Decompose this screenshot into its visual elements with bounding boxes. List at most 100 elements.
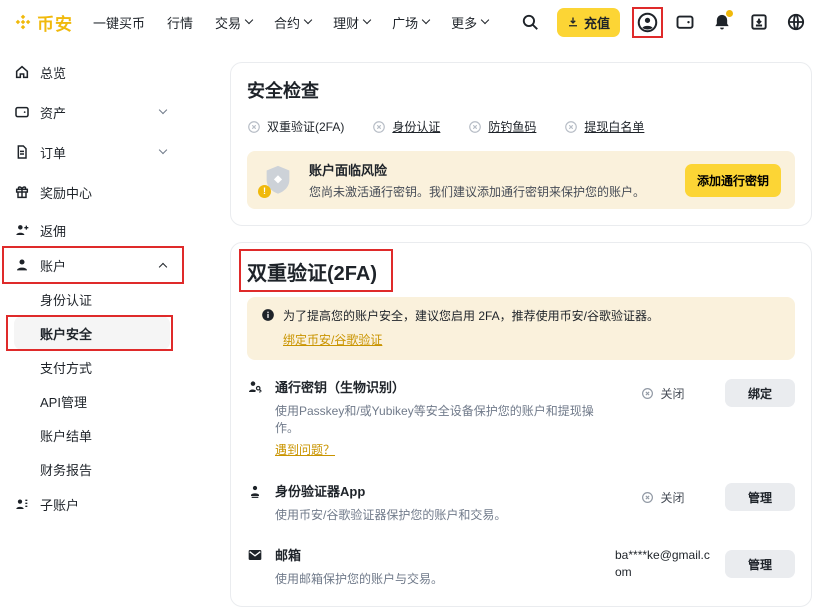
orders-file-icon bbox=[14, 144, 30, 160]
circle-x-icon bbox=[641, 387, 654, 400]
exclamation-badge: ! bbox=[258, 185, 271, 198]
checklist-link[interactable]: 提现白名单 bbox=[584, 118, 644, 135]
nav-item-futures[interactable]: 合约 bbox=[274, 13, 311, 32]
row-description: 使用Passkey和/或Yubikey等安全设备保护您的账户和提现操作。 bbox=[275, 402, 615, 436]
sidebar-item-account-statements[interactable]: 账户结单 bbox=[14, 418, 170, 452]
sidebar-item-identity-verification[interactable]: 身份认证 bbox=[14, 282, 170, 316]
circle-x-icon bbox=[641, 491, 654, 504]
passkey-biometrics-icon bbox=[247, 379, 263, 395]
download-icon bbox=[567, 16, 579, 28]
sidebar-item-rewards-hub[interactable]: 奖励中心 bbox=[14, 172, 170, 212]
checklist-link[interactable]: 身份认证 bbox=[392, 118, 440, 135]
warning-description: 您尚未激活通行密钥。我们建议添加通行密钥来保护您的账户。 bbox=[309, 183, 645, 200]
row-right: 关闭 绑定 bbox=[615, 379, 795, 407]
nav-menu: 一键买币 行情 交易 合约 理财 广场 更多 bbox=[93, 13, 488, 32]
manage-authenticator-button[interactable]: 管理 bbox=[725, 483, 795, 511]
manage-email-button[interactable]: 管理 bbox=[725, 550, 795, 578]
circle-x-icon bbox=[372, 120, 386, 134]
binance-logo[interactable]: 币安 bbox=[14, 10, 73, 35]
sidebar-label: 返佣 bbox=[40, 221, 66, 240]
logo-text: 币安 bbox=[37, 10, 73, 35]
row-email: 邮箱 使用邮箱保护您的账户与交易。 ba****ke@gmail.com 管理 bbox=[247, 532, 795, 596]
row-right: 关闭 管理 bbox=[615, 483, 795, 511]
trouble-link[interactable]: 遇到问题？ bbox=[275, 441, 335, 458]
checklist-link[interactable]: 防钓鱼码 bbox=[488, 118, 536, 135]
deposit-label: 充值 bbox=[584, 13, 610, 32]
twofa-card: 双重验证(2FA) 为了提高您的账户安全，建议您启用 2FA，推荐使用币安/谷歌… bbox=[230, 242, 812, 607]
sidebar-label: 订单 bbox=[40, 143, 66, 162]
bind-authenticator-link[interactable]: 绑定币安/谷歌验证 bbox=[283, 331, 382, 348]
twofa-info-text-block: 为了提高您的账户安全，建议您启用 2FA，推荐使用币安/谷歌验证器。 绑定币安/… bbox=[283, 307, 659, 348]
status-off: 关闭 bbox=[615, 385, 711, 402]
sidebar-label: 账户安全 bbox=[40, 324, 92, 343]
gift-icon bbox=[14, 184, 30, 200]
globe-language-icon[interactable] bbox=[786, 12, 806, 32]
top-navbar: 币安 一键买币 行情 交易 合约 理财 广场 更多 充值 bbox=[0, 0, 816, 44]
checklist-item-identity[interactable]: 身份认证 bbox=[372, 118, 440, 135]
shield-warning-icon: ! bbox=[261, 163, 297, 197]
masked-email-value: ba****ke@gmail.com bbox=[615, 547, 711, 582]
sidebar-label: API管理 bbox=[40, 392, 87, 411]
notification-dot bbox=[726, 10, 733, 17]
circle-x-icon bbox=[247, 120, 261, 134]
sidebar-item-assets[interactable]: 资产 bbox=[14, 92, 170, 132]
sidebar-label: 支付方式 bbox=[40, 358, 92, 377]
sidebar-label: 总览 bbox=[40, 63, 66, 82]
nav-item-earn[interactable]: 理财 bbox=[333, 13, 370, 32]
risk-warning-banner: ! 账户面临风险 您尚未激活通行密钥。我们建议添加通行密钥来保护您的账户。 添加… bbox=[247, 151, 795, 209]
row-title: 身份验证器App bbox=[275, 481, 506, 500]
row-description: 使用邮箱保护您的账户与交易。 bbox=[275, 570, 443, 587]
twofa-info-banner: 为了提高您的账户安全，建议您启用 2FA，推荐使用币安/谷歌验证器。 绑定币安/… bbox=[247, 297, 795, 360]
user-icon bbox=[14, 257, 30, 273]
row-text: 邮箱 使用邮箱保护您的账户与交易。 bbox=[275, 545, 443, 587]
sidebar-item-orders[interactable]: 订单 bbox=[14, 132, 170, 172]
email-icon bbox=[247, 547, 263, 563]
search-icon[interactable] bbox=[521, 13, 540, 32]
sidebar-label: 账户 bbox=[40, 256, 66, 275]
chevron-down-icon bbox=[481, 16, 489, 24]
wallet-icon bbox=[14, 104, 30, 120]
nav-item-buy-crypto[interactable]: 一键买币 bbox=[93, 13, 145, 32]
warning-title: 账户面临风险 bbox=[309, 160, 645, 179]
sidebar-item-sub-accounts[interactable]: 子账户 bbox=[14, 486, 170, 522]
download-app-icon[interactable] bbox=[749, 12, 769, 32]
add-passkey-button[interactable]: 添加通行密钥 bbox=[685, 164, 781, 197]
wallet-icon[interactable] bbox=[675, 12, 695, 32]
sidebar-label: 子账户 bbox=[40, 495, 79, 514]
nav-item-more[interactable]: 更多 bbox=[451, 13, 488, 32]
sidebar-item-financial-reports[interactable]: 财务报告 bbox=[14, 452, 170, 486]
checklist-item-antiphishing[interactable]: 防钓鱼码 bbox=[468, 118, 536, 135]
chevron-down-icon bbox=[159, 146, 167, 154]
row-text: 身份验证器App 使用币安/谷歌验证器保护您的账户和交易。 bbox=[275, 481, 506, 523]
profile-icon[interactable] bbox=[637, 12, 658, 33]
sidebar-item-overview[interactable]: 总览 bbox=[14, 52, 170, 92]
main-content: 安全检查 双重验证(2FA) 身份认证 防钓鱼码 提现白名单 ! bbox=[230, 44, 812, 607]
nav-label: 广场 bbox=[392, 13, 418, 32]
row-authenticator-app: 身份验证器App 使用币安/谷歌验证器保护您的账户和交易。 关闭 管理 bbox=[247, 468, 795, 532]
sidebar-item-account-security[interactable]: 账户安全 bbox=[14, 316, 170, 350]
status-label: 关闭 bbox=[660, 385, 684, 402]
nav-label: 合约 bbox=[274, 13, 300, 32]
status-label: 关闭 bbox=[660, 489, 684, 506]
authenticator-app-icon bbox=[247, 483, 263, 499]
deposit-button[interactable]: 充值 bbox=[557, 8, 620, 37]
sidebar-item-account[interactable]: 账户 bbox=[14, 248, 170, 282]
sidebar-item-payment-methods[interactable]: 支付方式 bbox=[14, 350, 170, 384]
row-text: 通行密钥（生物识别） 使用Passkey和/或Yubikey等安全设备保护您的账… bbox=[275, 377, 615, 459]
nav-item-markets[interactable]: 行情 bbox=[167, 13, 193, 32]
sidebar-item-referral[interactable]: 返佣 bbox=[14, 212, 170, 248]
sidebar-label: 奖励中心 bbox=[40, 183, 92, 202]
row-title: 邮箱 bbox=[275, 545, 443, 564]
notifications-bell-icon[interactable] bbox=[712, 12, 732, 32]
chevron-down-icon bbox=[245, 16, 253, 24]
info-icon bbox=[261, 308, 275, 322]
nav-label: 理财 bbox=[333, 13, 359, 32]
sidebar-item-api-management[interactable]: API管理 bbox=[14, 384, 170, 418]
binance-diamond-icon bbox=[14, 13, 32, 31]
checklist-item-whitelist[interactable]: 提现白名单 bbox=[564, 118, 644, 135]
nav-item-square[interactable]: 广场 bbox=[392, 13, 429, 32]
security-checklist: 双重验证(2FA) 身份认证 防钓鱼码 提现白名单 bbox=[247, 118, 795, 135]
nav-item-trade[interactable]: 交易 bbox=[215, 13, 252, 32]
bind-passkey-button[interactable]: 绑定 bbox=[725, 379, 795, 407]
user-plus-icon bbox=[14, 222, 30, 238]
